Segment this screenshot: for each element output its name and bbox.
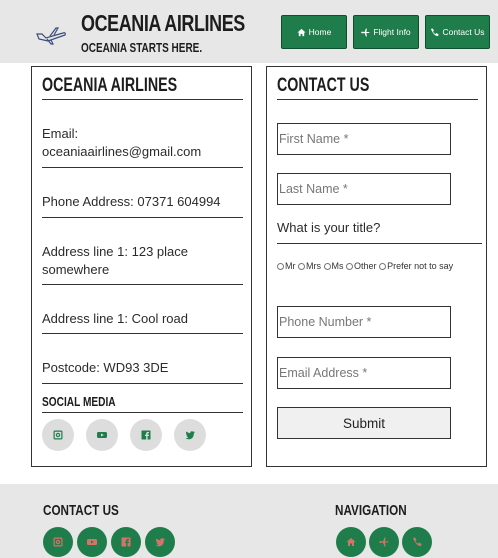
footer-youtube-link[interactable] bbox=[77, 527, 107, 557]
divider bbox=[42, 383, 243, 384]
footer-flight-info-link[interactable] bbox=[369, 527, 399, 557]
title-option-prefer-not[interactable]: Prefer not to say bbox=[379, 261, 453, 271]
divider bbox=[42, 217, 243, 218]
youtube-link[interactable] bbox=[86, 419, 118, 451]
twitter-link[interactable] bbox=[174, 419, 206, 451]
email-label: Email: bbox=[42, 126, 79, 141]
title-option-mr[interactable]: Mr bbox=[277, 261, 296, 271]
radio-button[interactable] bbox=[323, 263, 331, 270]
radio-button[interactable] bbox=[379, 263, 387, 270]
twitter-icon bbox=[155, 538, 165, 547]
plane-icon bbox=[379, 537, 389, 547]
email-block: Email: oceaniaairlines@gmail.com bbox=[42, 125, 247, 161]
footer-contact-heading: CONTACT US bbox=[43, 502, 119, 519]
last-name-input[interactable]: Last Name * bbox=[277, 173, 451, 205]
phone-number-input[interactable]: Phone Number * bbox=[277, 306, 451, 338]
nav-flight-info-label: Flight Info bbox=[373, 27, 411, 37]
site-header: OCEANIA AIRLINES OCEANIA STARTS HERE. Ho… bbox=[0, 0, 498, 63]
radio-button[interactable] bbox=[277, 263, 284, 270]
footer-home-link[interactable] bbox=[336, 527, 366, 557]
youtube-icon bbox=[87, 539, 97, 545]
phone-text: Phone Address: 07371 604994 bbox=[42, 194, 221, 209]
submit-button[interactable]: Submit bbox=[277, 407, 451, 439]
radio-button[interactable] bbox=[346, 263, 354, 270]
instagram-icon bbox=[53, 430, 63, 440]
title-question-label: What is your title? bbox=[277, 220, 381, 235]
contact-form-panel: CONTACT US First Name * Last Name * What… bbox=[266, 66, 487, 467]
twitter-icon bbox=[185, 431, 195, 440]
divider bbox=[42, 412, 243, 413]
nav-contact-us-button[interactable]: Contact Us bbox=[425, 15, 490, 49]
instagram-icon bbox=[53, 537, 63, 547]
postcode-text: Postcode: WD93 3DE bbox=[42, 360, 169, 375]
title-radio-group: Mr Mrs Ms Other Prefer not to say bbox=[277, 260, 477, 273]
facebook-icon bbox=[121, 537, 131, 547]
divider bbox=[277, 99, 478, 100]
youtube-icon bbox=[97, 432, 107, 438]
footer-navigation-heading: NAVIGATION bbox=[335, 502, 407, 519]
facebook-link[interactable] bbox=[130, 419, 162, 451]
social-media-heading: SOCIAL MEDIA bbox=[42, 394, 116, 409]
divider bbox=[277, 243, 482, 244]
divider bbox=[42, 284, 243, 285]
title-option-other[interactable]: Other bbox=[346, 261, 377, 271]
instagram-link[interactable] bbox=[42, 419, 74, 451]
contact-heading: CONTACT US bbox=[277, 75, 370, 96]
divider bbox=[42, 333, 243, 334]
divider bbox=[42, 167, 243, 168]
brand-title: OCEANIA AIRLINES bbox=[81, 10, 245, 36]
divider bbox=[42, 99, 243, 100]
nav-home-label: Home bbox=[308, 27, 332, 37]
airline-info-panel: OCEANIA AIRLINES Email: oceaniaairlines@… bbox=[31, 66, 252, 467]
home-icon bbox=[297, 28, 306, 36]
email-address-input[interactable]: Email Address * bbox=[277, 357, 451, 389]
nav-contact-us-label: Contact Us bbox=[442, 27, 485, 37]
title-option-mrs[interactable]: Mrs bbox=[298, 261, 321, 271]
phone-icon bbox=[431, 27, 440, 36]
phone-icon bbox=[413, 537, 422, 547]
home-icon bbox=[346, 538, 356, 546]
address-line-2: Address line 1: Cool road bbox=[42, 311, 188, 326]
footer-twitter-link[interactable] bbox=[145, 527, 175, 557]
nav-flight-info-button[interactable]: Flight Info bbox=[353, 15, 419, 49]
brand-tagline: OCEANIA STARTS HERE. bbox=[81, 41, 203, 55]
facebook-icon bbox=[141, 430, 151, 440]
first-name-input[interactable]: First Name * bbox=[277, 123, 451, 155]
footer-facebook-link[interactable] bbox=[111, 527, 141, 557]
radio-button[interactable] bbox=[298, 263, 306, 270]
email-value: oceaniaairlines@gmail.com bbox=[42, 144, 202, 159]
address-line-1: Address line 1: 123 place somewhere bbox=[42, 244, 188, 277]
plane-icon bbox=[361, 27, 370, 37]
footer-contact-link[interactable] bbox=[402, 527, 432, 557]
site-footer: CONTACT US NAVIGATION bbox=[0, 484, 498, 558]
info-heading: OCEANIA AIRLINES bbox=[42, 75, 178, 96]
nav-home-button[interactable]: Home bbox=[281, 15, 347, 49]
airplane-logo-icon bbox=[36, 27, 66, 45]
footer-instagram-link[interactable] bbox=[43, 527, 73, 557]
title-option-ms[interactable]: Ms bbox=[323, 261, 344, 271]
